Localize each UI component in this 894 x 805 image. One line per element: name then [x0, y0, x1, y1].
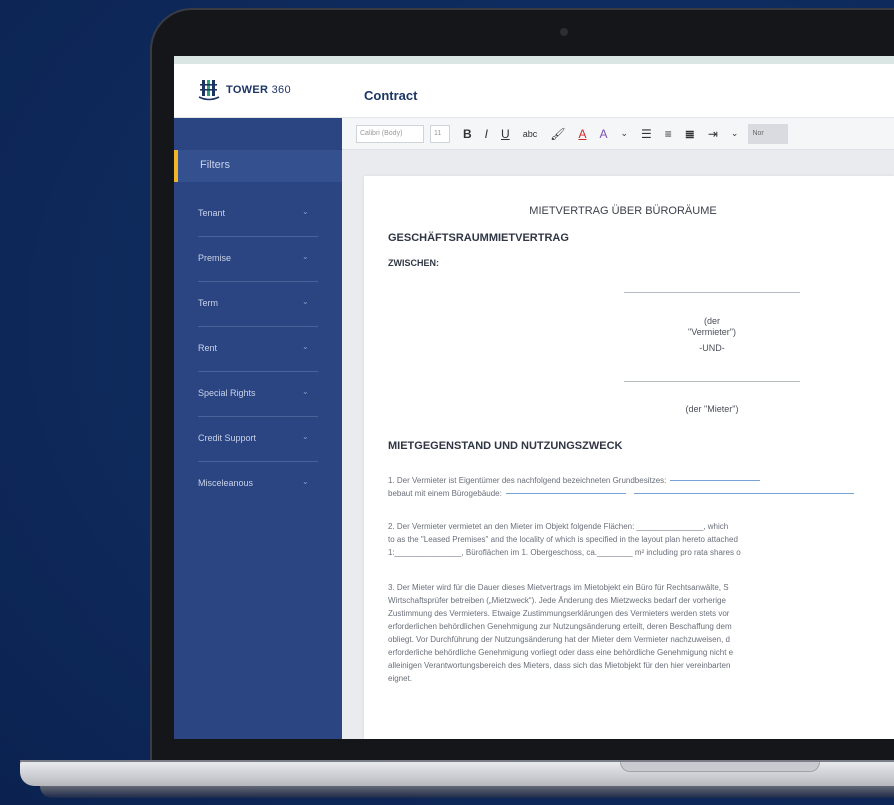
paragraph-3-line: Zustimmung des Vermieters. Etwaige Zusti… [388, 609, 730, 618]
laptop-notch [620, 762, 820, 772]
font-size-select[interactable]: 11 [430, 124, 450, 143]
signature-line [624, 381, 800, 382]
sidebar-item-misceleanous[interactable]: Misceleanous ⌄ [198, 462, 318, 507]
bullet-list-icon[interactable]: ☰ [641, 127, 652, 141]
chevron-down-icon: ⌄ [302, 387, 309, 396]
chevron-down-icon[interactable]: ⌄ [620, 128, 628, 139]
paragraph-3-line: Wirtschaftsprüfer betreiben („Mietzweck“… [388, 596, 726, 605]
paragraph-1-line: 1. Der Vermieter ist Eigentümer des nach… [388, 474, 894, 487]
tab-contract[interactable]: Contract [364, 88, 417, 103]
paragraph-3-line: alleinigen Verantwortungsbereich des Mie… [388, 661, 731, 670]
tower-logo-icon [198, 80, 220, 101]
sidebar-item-label: Special Rights [198, 388, 256, 398]
underline-button[interactable]: U [501, 127, 510, 141]
format-painter-icon[interactable]: 🖌 [550, 127, 565, 141]
indent-icon[interactable]: ⇥ [708, 127, 718, 141]
italic-button[interactable]: I [485, 127, 488, 141]
heading-mietgegenstand: MIETGEGENSTAND UND NUTZUNGSZWECK [388, 440, 623, 452]
app-header: TOWER 360 Contract [174, 64, 894, 118]
party1-label-a: (der [703, 316, 720, 326]
camera-icon [560, 28, 568, 36]
sidebar-item-label: Term [198, 298, 218, 308]
sidebar-item-filters[interactable]: Filters [174, 150, 342, 182]
sidebar-item-label: Credit Support [198, 433, 257, 443]
document-title: MIETVERTRAG ÜBER BÜRORÄUME [529, 205, 717, 217]
chevron-down-icon[interactable]: ⌄ [731, 128, 739, 139]
heading-zwischen: ZWISCHEN: [388, 258, 439, 268]
paragraph-3-line: eignet. [388, 674, 413, 683]
paragraph-3-line: obliegt. Vor Durchführung der Nutzungsän… [388, 635, 730, 644]
highlight-button[interactable]: A [599, 127, 607, 141]
sidebar-item-tenant[interactable]: Tenant ⌄ [198, 192, 318, 237]
sidebar-item-label: Rent [198, 343, 218, 353]
und-label: -UND- [699, 343, 725, 353]
formatting-toolbar: Calibri (Body) 11 B I U abc 🖌 A A ⌄ ☰ ≡ … [342, 118, 894, 150]
laptop-base-shadow [40, 786, 894, 798]
paragraph-2-line: to as the "Leased Premises" and the loca… [388, 535, 738, 544]
chevron-down-icon: ⌄ [302, 297, 309, 306]
paragraph-2-line: 1:_______________, Büroflächen im 1. Obe… [388, 548, 741, 557]
sidebar-filters-label: Filters [200, 159, 230, 171]
align-left-icon[interactable]: ≡ [665, 127, 672, 141]
sidebar-item-label: Premise [198, 253, 232, 263]
sidebar-item-premise[interactable]: Premise ⌄ [198, 237, 318, 282]
logo[interactable]: TOWER 360 [198, 78, 291, 102]
heading-geschaeftsraum: GESCHÄFTSRAUMMIETVERTRAG [388, 232, 569, 244]
font-color-button[interactable]: A [578, 127, 586, 141]
sidebar-item-rent[interactable]: Rent ⌄ [198, 327, 318, 372]
chevron-down-icon: ⌄ [302, 252, 309, 261]
party2-label: (der "Mieter") [685, 404, 739, 414]
chevron-down-icon: ⌄ [302, 342, 309, 351]
bold-button[interactable]: B [463, 127, 472, 141]
fill-in-line[interactable] [633, 493, 854, 495]
paragraph-3-line: erforderliche behördliche Genehmigung vo… [388, 648, 734, 657]
filter-sidebar: Filters Tenant ⌄ Premise ⌄ Term ⌄ Rent ⌄… [174, 118, 342, 739]
paragraph-2-line: 2. Der Vermieter vermietet an den Mieter… [388, 522, 729, 531]
fill-in-line[interactable] [505, 493, 626, 495]
sidebar-item-special-rights[interactable]: Special Rights ⌄ [198, 372, 318, 417]
font-family-select[interactable]: Calibri (Body) [356, 124, 424, 143]
paragraph-style-select[interactable]: Nor [748, 123, 789, 144]
chevron-down-icon: ⌄ [302, 432, 309, 441]
sidebar-item-credit-support[interactable]: Credit Support ⌄ [198, 417, 318, 462]
logo-text: TOWER 360 [226, 84, 291, 96]
strikethrough-button[interactable]: abc [523, 129, 538, 139]
fill-in-line[interactable] [670, 480, 761, 482]
paragraph-3-line: erforderlichen behördlichen Genehmigung … [388, 622, 732, 631]
paragraph-3-line: 3. Der Mieter wird für die Dauer dieses … [388, 583, 729, 592]
chevron-down-icon: ⌄ [302, 477, 309, 486]
sidebar-item-label: Tenant [198, 208, 226, 218]
chevron-down-icon: ⌄ [302, 207, 309, 216]
signature-line [624, 292, 800, 293]
party1-label-b: "Vermieter") [688, 327, 736, 337]
align-center-icon[interactable]: ≣ [685, 127, 695, 141]
paragraph-1-line: bebaut mit einem Bürogebäude: [388, 487, 894, 500]
sidebar-item-term[interactable]: Term ⌄ [198, 282, 318, 327]
top-accent-bar [174, 56, 894, 64]
sidebar-item-label: Misceleanous [198, 478, 254, 488]
